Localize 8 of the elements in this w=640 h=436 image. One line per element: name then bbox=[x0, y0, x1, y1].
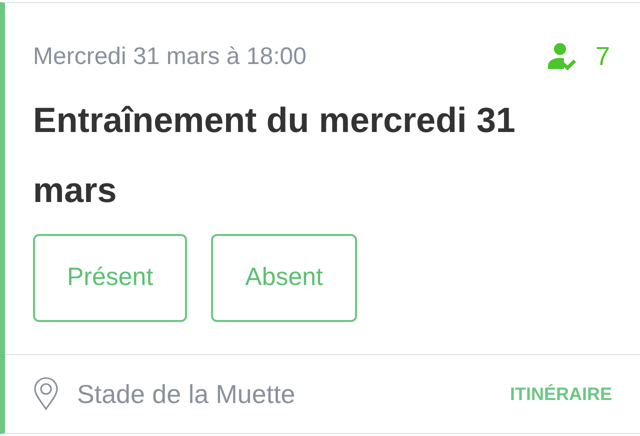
event-datetime: Mercredi 31 mars à 18:00 bbox=[33, 42, 306, 72]
location-name: Stade de la Muette bbox=[77, 378, 296, 410]
directions-link[interactable]: ITINÉRAIRE bbox=[510, 380, 612, 408]
response-button[interactable]: Présent bbox=[33, 234, 188, 322]
attendee-count: 7 bbox=[596, 40, 610, 73]
map-pin-icon bbox=[33, 377, 59, 411]
response-button[interactable]: Absent bbox=[211, 234, 358, 322]
event-title: Entraînement du mercredi 31 mars bbox=[33, 100, 516, 212]
